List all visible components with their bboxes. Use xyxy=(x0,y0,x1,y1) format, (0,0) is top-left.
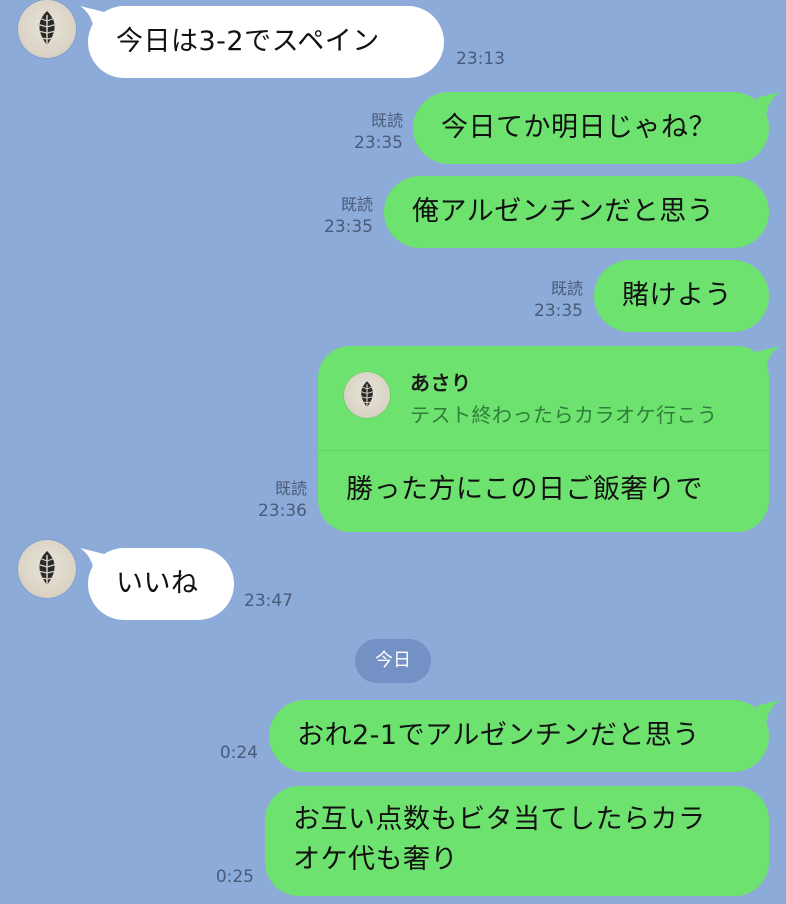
read-receipt: 既読 xyxy=(550,279,583,298)
message-text: いいね xyxy=(116,568,199,599)
quoted-avatar xyxy=(344,372,390,418)
message-time: 23:35 xyxy=(324,217,373,237)
message-bubble-received[interactable]: 今日は3-2でスペイン xyxy=(88,6,444,78)
message-meta: 既読 23:35 xyxy=(330,110,403,154)
message-text: 今日てか明日じゃね？ xyxy=(441,112,716,143)
quoted-message[interactable]: あさり テスト終わったらカラオケ行こう xyxy=(318,346,769,451)
message-bubble-sent[interactable]: 賭けよう xyxy=(594,260,769,332)
leaf-avatar-icon xyxy=(36,11,58,48)
contact-avatar[interactable] xyxy=(18,540,76,598)
bubble-tail xyxy=(756,92,780,116)
read-receipt: 既読 xyxy=(340,195,373,214)
message-text: おれ2-1でアルゼンチンだと思う xyxy=(297,720,700,751)
message-bubble-sent[interactable]: おれ2-1でアルゼンチンだと思う xyxy=(269,700,769,772)
quoted-sender-name: あさり xyxy=(410,371,472,395)
message-meta: 既読 23:36 xyxy=(234,478,307,522)
read-receipt: 既読 xyxy=(274,479,307,498)
message-time: 23:47 xyxy=(244,591,293,611)
message-text-line: オケ代も奢り xyxy=(293,844,458,875)
message-text-line: お互い点数もビタ当てしたらカラ xyxy=(293,804,706,835)
message-meta: 既読 23:35 xyxy=(510,278,583,322)
message-time: 0:24 xyxy=(219,743,258,763)
message-meta: 既読 23:35 xyxy=(300,194,373,238)
bubble-tail xyxy=(756,700,780,724)
message-text: 賭けよう xyxy=(622,280,732,311)
message-bubble-received[interactable]: いいね xyxy=(88,548,234,620)
message-text: 勝った方にこの日ご飯奢りで xyxy=(346,474,703,505)
message-time: 23:36 xyxy=(258,501,307,521)
message-text: 俺アルゼンチンだと思う xyxy=(412,196,715,227)
message-time: 23:35 xyxy=(534,301,583,321)
message-time: 0:25 xyxy=(215,867,254,887)
read-receipt: 既読 xyxy=(370,111,403,130)
leaf-avatar-icon xyxy=(359,381,375,410)
message-bubble-sent[interactable]: 俺アルゼンチンだと思う xyxy=(384,176,769,248)
message-bubble-sent[interactable]: お互い点数もビタ当てしたらカラ オケ代も奢り xyxy=(265,786,769,896)
leaf-avatar-icon xyxy=(36,551,58,588)
message-time: 23:13 xyxy=(456,49,505,69)
reply-message-bubble[interactable]: あさり テスト終わったらカラオケ行こう 勝った方にこの日ご飯奢りで xyxy=(318,346,769,532)
quoted-text: テスト終わったらカラオケ行こう xyxy=(410,403,718,427)
bubble-tail xyxy=(756,346,780,370)
date-separator: 今日 xyxy=(355,639,431,683)
message-bubble-sent[interactable]: 今日てか明日じゃね？ xyxy=(413,92,769,164)
message-time: 23:35 xyxy=(354,133,403,153)
contact-avatar[interactable] xyxy=(18,0,76,58)
message-text: 今日は3-2でスペイン xyxy=(116,26,380,57)
